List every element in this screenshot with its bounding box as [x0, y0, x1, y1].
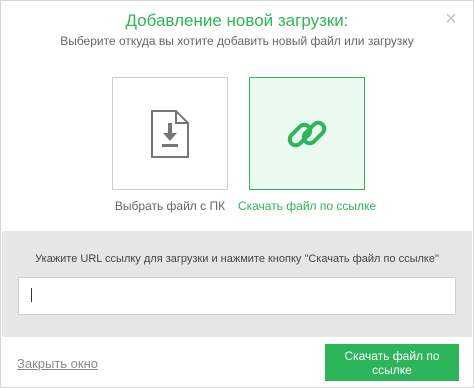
dialog-subtitle: Выберите откуда вы хотите добавить новый…: [60, 34, 414, 48]
option-from-link-label[interactable]: Скачать файл по ссылке: [232, 199, 382, 213]
url-input[interactable]: [18, 277, 456, 315]
file-download-icon: [151, 109, 189, 158]
download-by-link-button[interactable]: Скачать файл по ссылке: [325, 344, 459, 381]
option-from-pc-label[interactable]: Выбрать файл с ПК: [95, 199, 245, 213]
dialog-title: Добавление новой загрузки:: [125, 11, 349, 30]
option-from-link[interactable]: [249, 77, 365, 190]
close-window-link[interactable]: Закрыть окно: [17, 356, 98, 371]
option-from-pc[interactable]: [112, 77, 228, 190]
text-caret: [31, 288, 32, 302]
url-panel: Укажите URL ссылку для загрузки и нажмит…: [2, 231, 472, 337]
link-icon: [287, 120, 327, 147]
add-download-dialog: × Добавление новой загрузки: Выберите от…: [0, 0, 474, 388]
url-hint: Укажите URL ссылку для загрузки и нажмит…: [35, 253, 439, 265]
